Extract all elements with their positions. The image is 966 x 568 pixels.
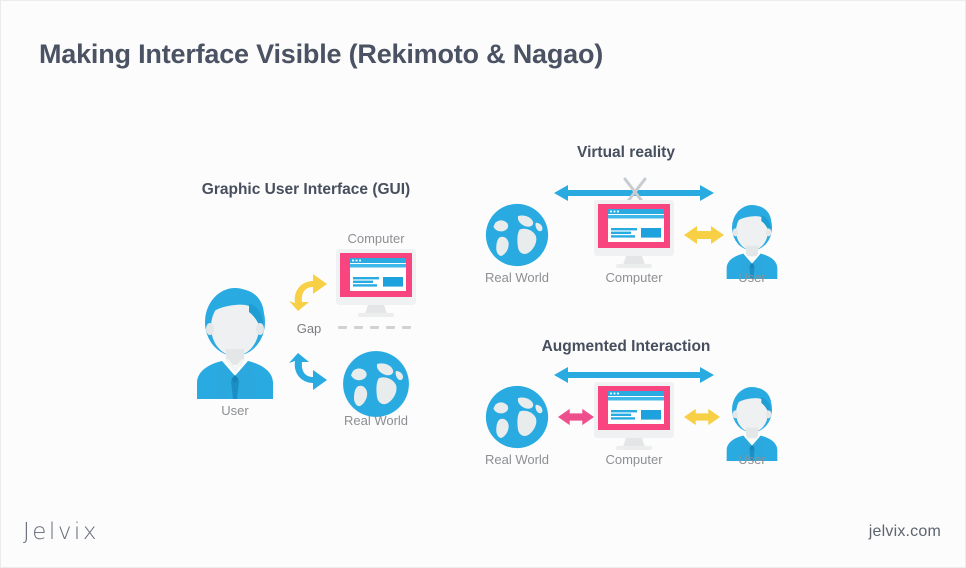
slide-canvas: Making Interface Visible (Rekimoto & Nag… [0, 0, 966, 568]
footer-website-url: jelvix.com [868, 523, 941, 540]
arrow-user-realworld [289, 353, 329, 395]
globe-icon [484, 384, 550, 450]
gui-user-label: User [221, 403, 249, 418]
panel-gui: Graphic User Interface (GUI) Computer Us… [171, 181, 441, 431]
ai-computer-label: Computer [605, 452, 663, 467]
arrow-computer-user-vr [684, 224, 724, 246]
monitor-icon [334, 249, 418, 319]
globe-icon [341, 349, 411, 419]
panel-vr-heading: Virtual reality [577, 144, 675, 161]
gap-label: Gap [296, 321, 322, 336]
person-icon [189, 279, 281, 399]
person-icon [721, 199, 783, 279]
panel-ai-heading: Augmented Interaction [541, 338, 711, 355]
vr-user-label: User [738, 270, 766, 285]
gap-dashed-divider [338, 326, 411, 329]
ai-user-label: User [738, 452, 766, 467]
gui-computer-label: Computer [347, 231, 405, 246]
vr-realworld-label: Real World [484, 270, 550, 285]
brand-logo: Jelvix [23, 519, 99, 545]
gui-realworld-label: Real World [343, 413, 409, 428]
arrow-realworld-computer-ai [558, 406, 594, 428]
arrow-computer-user-ai [684, 406, 720, 428]
arrow-user-computer [289, 269, 329, 311]
panel-gui-heading: Graphic User Interface (GUI) [201, 181, 411, 198]
monitor-icon [592, 381, 676, 453]
vr-computer-label: Computer [605, 270, 663, 285]
monitor-icon [592, 199, 676, 271]
page-title: Making Interface Visible (Rekimoto & Nag… [39, 39, 604, 69]
panel-virtual-reality: Virtual reality Real World Computer User [456, 144, 796, 299]
person-icon [721, 381, 783, 461]
ai-realworld-label: Real World [484, 452, 550, 467]
panel-augmented-interaction: Augmented Interaction Real World Compute… [456, 338, 796, 478]
globe-icon [484, 202, 550, 268]
